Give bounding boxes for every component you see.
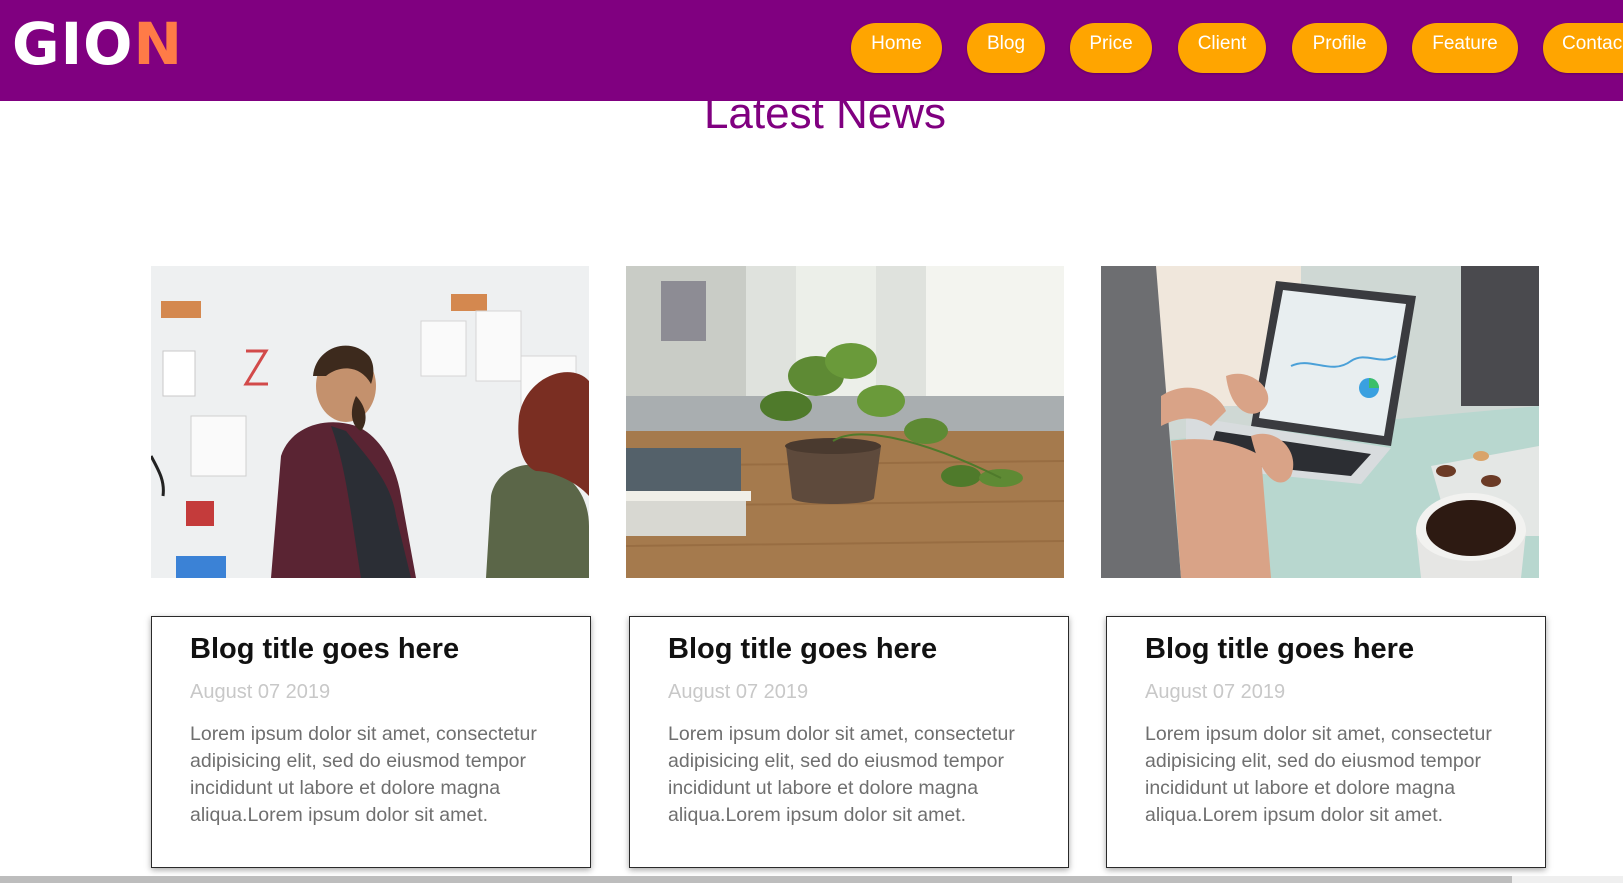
post-title[interactable]: Blog title goes here	[1145, 631, 1525, 667]
nav-price-label: Price	[1089, 33, 1133, 54]
post-excerpt: Lorem ipsum dolor sit amet, consectetur …	[190, 723, 537, 826]
nav-client[interactable]: Client	[1178, 23, 1266, 73]
post-image-laptop[interactable]	[1101, 266, 1539, 578]
logo-accent-letter: N	[133, 10, 184, 78]
people-at-whiteboard-image	[151, 266, 589, 578]
nav-profile-label: Profile	[1312, 33, 1367, 54]
nav-home-label: Home	[871, 33, 922, 54]
nav-client-label: Client	[1197, 33, 1247, 54]
laptop-and-coffee-image	[1101, 266, 1539, 578]
post-title[interactable]: Blog title goes here	[668, 631, 1048, 667]
nav-profile[interactable]: Profile	[1292, 23, 1387, 73]
post-excerpt: Lorem ipsum dolor sit amet, consectetur …	[668, 723, 1015, 826]
nav-blog-label: Blog	[986, 33, 1026, 54]
page: GION Home Blog Price Client Profile Feat…	[0, 0, 1623, 883]
scrollbar-thumb[interactable]	[0, 876, 1512, 883]
post-card-1[interactable]: Blog title goes here August 07 2019 Lore…	[151, 616, 591, 868]
post-title[interactable]: Blog title goes here	[190, 631, 570, 667]
nav-blog[interactable]: Blog	[967, 23, 1045, 73]
post-date: August 07 2019	[668, 681, 809, 703]
logo[interactable]: GION	[12, 14, 183, 74]
nav-contact-label: Contac	[1562, 33, 1623, 54]
nav-price[interactable]: Price	[1070, 23, 1152, 73]
logo-text: GIO	[12, 10, 134, 78]
plant-on-table-image	[626, 266, 1064, 578]
post-date: August 07 2019	[1145, 681, 1286, 703]
post-card-3[interactable]: Blog title goes here August 07 2019 Lore…	[1106, 616, 1546, 868]
nav-home[interactable]: Home	[851, 23, 942, 73]
nav-feature[interactable]: Feature	[1412, 23, 1518, 73]
post-date: August 07 2019	[190, 681, 331, 703]
horizontal-scrollbar[interactable]	[0, 876, 1623, 883]
post-excerpt: Lorem ipsum dolor sit amet, consectetur …	[1145, 723, 1492, 826]
nav-contact[interactable]: Contac	[1543, 23, 1623, 73]
site-header: GION Home Blog Price Client Profile Feat…	[0, 0, 1623, 101]
post-card-2[interactable]: Blog title goes here August 07 2019 Lore…	[629, 616, 1069, 868]
post-image-plant[interactable]	[626, 266, 1064, 578]
post-image-whiteboard[interactable]	[151, 266, 589, 578]
nav-feature-label: Feature	[1432, 33, 1498, 54]
